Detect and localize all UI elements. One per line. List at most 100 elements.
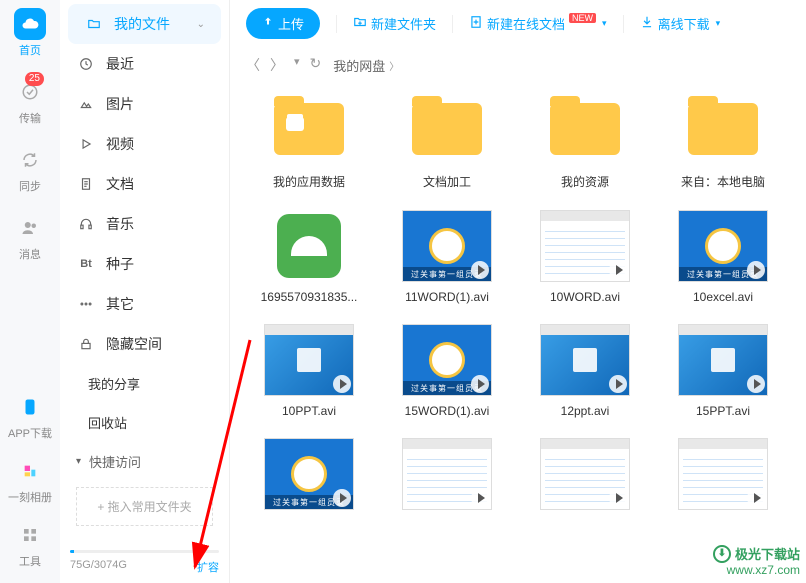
people-icon [14,212,46,244]
play-icon [747,261,765,279]
sidebar-quickaccess-header[interactable]: ▾ 快捷访问 [60,442,229,481]
album-icon [14,455,46,487]
rail-home[interactable]: 首页 [14,8,46,58]
nav-back-button[interactable]: 〈 [246,55,260,75]
file-item[interactable]: 我的应用数据 [250,93,368,190]
sidebar-item-label: 音乐 [106,214,134,234]
chevron-down-icon: ▾ [716,18,721,29]
breadcrumb-bar: 〈 〉 ▾ ↻ 我的网盘 〉 [230,47,806,83]
file-item[interactable] [526,438,644,518]
new-tag-badge: NEW [569,13,596,23]
rail-transfer[interactable]: 25 传输 [14,76,46,126]
nav-forward-button[interactable]: 〉 [270,55,284,75]
file-item[interactable]: 1695570931835... [250,210,368,304]
sidebar-item-other[interactable]: 其它 [60,284,229,324]
folder-icon [678,93,768,165]
play-icon [76,137,96,151]
file-label: 文档加工 [423,173,471,190]
chevron-down-icon: ▾ [76,456,81,467]
sidebar-item-label: 文档 [106,174,134,194]
play-icon [333,489,351,507]
sidebar-item-label: 其它 [106,294,134,314]
headphone-icon [76,217,96,231]
play-icon [747,489,765,507]
file-item[interactable]: 10WORD.avi [526,210,644,304]
file-item[interactable]: 我的资源 [526,93,644,190]
image-icon [76,97,96,111]
new-folder-icon [353,15,367,32]
file-item[interactable]: 来自：本地电脑 [664,93,782,190]
video-thumbnail: 过关事第一组员录 [264,438,354,510]
file-item[interactable] [388,438,506,518]
file-item[interactable]: 过关事第一组员录 10excel.avi [664,210,782,304]
doc-icon [76,177,96,191]
play-icon [609,489,627,507]
phone-icon [14,391,46,423]
chevron-down-icon: ⌄ [197,19,205,30]
file-label: 11WORD(1).avi [405,290,489,304]
sidebar-item-lock[interactable]: 隐藏空间 [60,324,229,364]
download-icon [640,15,654,32]
rail-message[interactable]: 消息 [14,212,46,262]
rail-sync[interactable]: 同步 [14,144,46,194]
file-label: 15PPT.avi [696,404,750,418]
nav-dropdown-button[interactable]: ▾ [294,55,300,75]
clock-icon [76,57,96,71]
storage-text: 75G/3074G [70,559,127,575]
sidebar-item-folder[interactable]: 我的文件 ⌄ [68,4,221,44]
sidebar-item-label: 图片 [106,94,134,114]
new-doc-icon [469,15,483,32]
file-item[interactable]: 10PPT.avi [250,324,368,418]
file-label: 1695570931835... [261,290,358,304]
play-icon [609,261,627,279]
rail-tools[interactable]: 工具 [8,519,52,569]
folder-icon [402,93,492,165]
sidebar-item-play[interactable]: 视频 [60,124,229,164]
file-item[interactable]: 过关事第一组员录 11WORD(1).avi [388,210,506,304]
file-label: 来自：本地电脑 [681,173,765,190]
play-icon [609,375,627,393]
sidebar-item-doc[interactable]: 文档 [60,164,229,204]
upload-icon [262,16,274,31]
file-item[interactable]: 过关事第一组员录15WORD(1).avi [388,324,506,418]
upload-button[interactable]: 上传 [246,8,320,39]
file-item[interactable]: 过关事第一组员录 [250,438,368,518]
file-item[interactable]: 文档加工 [388,93,506,190]
rail-app-download[interactable]: APP下载 [8,391,52,441]
video-thumbnail [678,438,768,510]
nav-refresh-button[interactable]: ↻ [310,55,322,75]
file-label: 10excel.avi [693,290,753,304]
sidebar-myshare[interactable]: 我的分享 [60,364,229,403]
quickaccess-dropzone[interactable]: + 拖入常用文件夹 [76,487,213,526]
sidebar-item-bt[interactable]: Bt种子 [60,244,229,284]
sidebar-item-image[interactable]: 图片 [60,84,229,124]
video-thumbnail [540,210,630,282]
file-label: 10WORD.avi [550,290,620,304]
sidebar-item-label: 我的文件 [114,14,170,34]
sidebar-item-headphone[interactable]: 音乐 [60,204,229,244]
video-thumbnail: 过关事第一组员录 [678,210,768,282]
video-thumbnail: 过关事第一组员录 [402,210,492,282]
video-thumbnail [540,438,630,510]
breadcrumb-path[interactable]: 我的网盘 〉 [333,56,399,75]
file-item[interactable]: 15PPT.avi [664,324,782,418]
sidebar-item-label: 种子 [106,254,134,274]
file-label: 我的资源 [561,173,609,190]
storage-expand-link[interactable]: 扩容 [197,559,219,575]
play-icon [747,375,765,393]
file-label: 12ppt.avi [561,404,610,418]
file-item[interactable] [664,438,782,518]
new-online-doc-button[interactable]: 新建在线文档 NEW ▾ [469,14,607,33]
other-icon [76,297,96,311]
file-item[interactable]: 12ppt.avi [526,324,644,418]
offline-download-button[interactable]: 离线下载 ▾ [640,14,721,33]
grid-icon [14,519,46,551]
new-folder-button[interactable]: 新建文件夹 [353,14,436,33]
sidebar-recycle[interactable]: 回收站 [60,403,229,442]
sidebar-item-label: 视频 [106,134,134,154]
rail-album[interactable]: 一刻相册 [8,455,52,505]
sidebar-item-clock[interactable]: 最近 [60,44,229,84]
file-label: 15WORD(1).avi [405,404,490,418]
play-icon [471,261,489,279]
lock-icon [76,337,96,351]
